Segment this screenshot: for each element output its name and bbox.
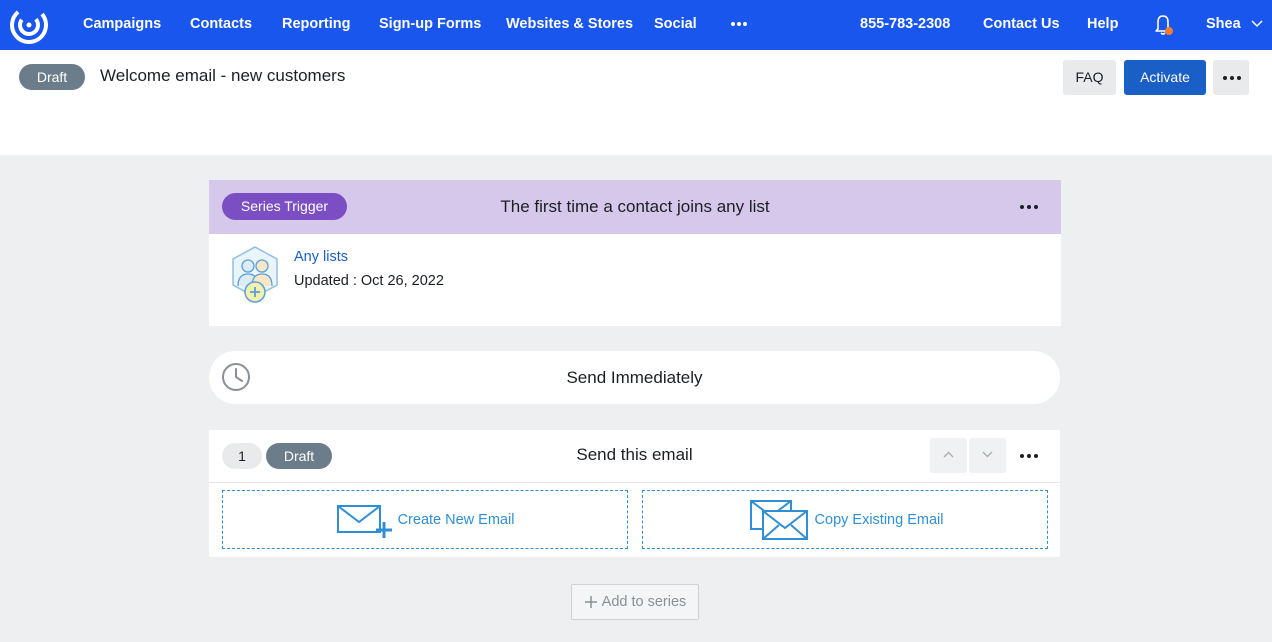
step-status-badge: Draft xyxy=(266,443,332,469)
create-new-email-button[interactable]: Create New Email xyxy=(222,490,628,549)
nav-more-icon[interactable] xyxy=(730,14,748,34)
send-timing-card[interactable]: Send Immediately xyxy=(209,351,1060,404)
updated-date: Updated : Oct 26, 2022 xyxy=(294,273,444,289)
add-to-series-label: Add to series xyxy=(601,594,687,610)
create-email-icon xyxy=(336,504,392,538)
divider xyxy=(209,482,1060,483)
add-to-series-button[interactable]: Add to series xyxy=(571,584,699,620)
top-nav: Campaigns Contacts Reporting Sign-up For… xyxy=(0,0,1272,50)
notification-bell-icon[interactable] xyxy=(1152,12,1176,38)
nav-help[interactable]: Help xyxy=(1087,0,1118,50)
chevron-up-icon xyxy=(943,451,954,458)
send-timing-label: Send Immediately xyxy=(566,368,703,387)
move-down-button[interactable] xyxy=(969,438,1006,473)
create-new-email-label: Create New Email xyxy=(397,511,515,528)
page-title: Welcome email - new customers xyxy=(100,66,346,85)
chevron-down-icon xyxy=(982,451,993,458)
more-icon xyxy=(1223,76,1241,80)
nav-contact-us[interactable]: Contact Us xyxy=(983,0,1060,50)
user-menu[interactable]: Shea xyxy=(1206,0,1241,50)
plus-icon xyxy=(584,596,597,608)
step-number-badge: 1 xyxy=(222,443,262,469)
nav-phone[interactable]: 855-783-2308 xyxy=(860,0,950,50)
copy-email-icon xyxy=(749,499,808,540)
any-lists-link[interactable]: Any lists xyxy=(294,249,348,265)
nav-campaigns[interactable]: Campaigns xyxy=(83,0,161,50)
series-trigger-card: The first time a contact joins any list … xyxy=(209,180,1061,326)
status-badge: Draft xyxy=(19,64,85,90)
contact-list-icon xyxy=(232,246,278,303)
move-up-button[interactable] xyxy=(930,438,967,473)
user-menu-chevron-icon[interactable] xyxy=(1251,20,1263,28)
nav-signup-forms[interactable]: Sign-up Forms xyxy=(379,0,481,50)
faq-button[interactable]: FAQ xyxy=(1063,60,1116,95)
series-trigger-badge: Series Trigger xyxy=(222,193,347,220)
copy-existing-email-label: Copy Existing Email xyxy=(814,511,944,528)
nav-contacts[interactable]: Contacts xyxy=(190,0,252,50)
step-more-icon[interactable] xyxy=(1020,454,1038,458)
more-options-button[interactable] xyxy=(1213,60,1249,95)
copy-existing-email-button[interactable]: Copy Existing Email xyxy=(642,490,1048,549)
constant-contact-logo[interactable] xyxy=(10,6,48,44)
nav-social[interactable]: Social xyxy=(654,0,697,50)
activate-button[interactable]: Activate xyxy=(1124,60,1206,95)
email-step-card: Send this email 1 Draft Create New Email… xyxy=(209,430,1060,557)
trigger-more-icon[interactable] xyxy=(1020,205,1038,209)
nav-reporting[interactable]: Reporting xyxy=(282,0,350,50)
nav-websites-stores[interactable]: Websites & Stores xyxy=(506,0,633,50)
